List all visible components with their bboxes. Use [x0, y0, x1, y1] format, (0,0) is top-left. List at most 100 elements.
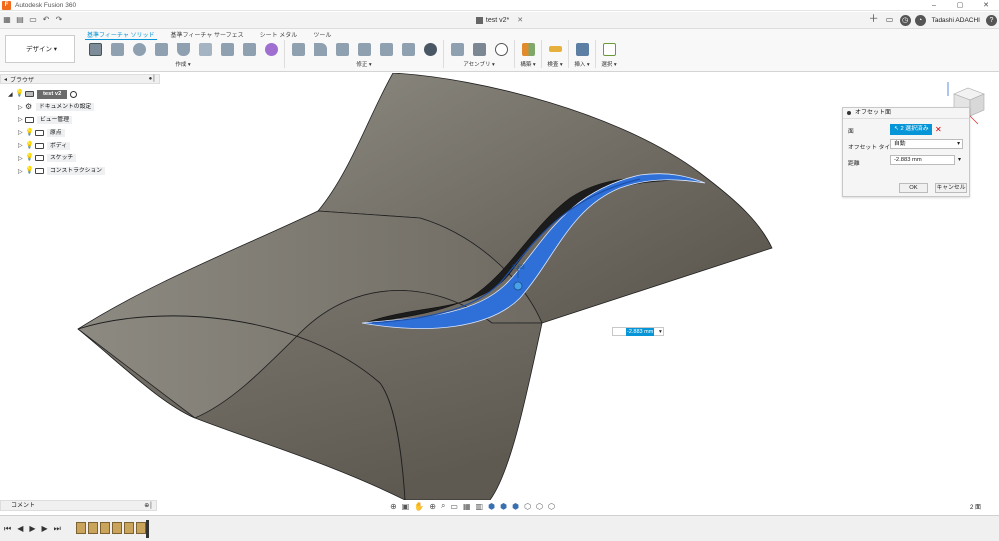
tab-sheet-metal[interactable]: シート メタル: [258, 30, 300, 40]
split-face-icon[interactable]: [397, 40, 419, 58]
visibility-bulb-icon[interactable]: 💡: [25, 142, 34, 150]
chevron-down-icon[interactable]: ▾: [659, 328, 662, 336]
fillet-icon[interactable]: [309, 40, 331, 58]
expand-arrow-icon[interactable]: ▷: [18, 104, 25, 111]
clock-icon[interactable]: ◔: [914, 14, 926, 26]
chamfer-icon[interactable]: [331, 40, 353, 58]
group-select-label[interactable]: 選択 ▾: [601, 60, 616, 68]
cube-view-6-icon[interactable]: ⬡: [548, 502, 555, 511]
cube-view-5-icon[interactable]: ⬡: [536, 502, 543, 511]
expand-arrow-icon[interactable]: ▷: [18, 116, 25, 123]
timeline-feature[interactable]: [112, 522, 122, 534]
tab-surface[interactable]: 基準フィーチャ サーフェス: [169, 30, 246, 40]
tab-solid[interactable]: 基準フィーチャ ソリッド: [85, 30, 157, 40]
browser-panel-header[interactable]: ◂ ブラウザ ●│: [0, 74, 160, 84]
expand-arrow-icon[interactable]: ▷: [18, 142, 25, 149]
root-component-label[interactable]: test v2: [37, 89, 68, 99]
timeline-feature[interactable]: [136, 522, 146, 534]
dialog-title[interactable]: オフセット面: [843, 108, 969, 119]
tree-item-sketches[interactable]: ▷ 💡 スケッチ: [18, 152, 105, 165]
as-built-joint-icon[interactable]: [490, 40, 512, 58]
go-to-end-icon[interactable]: ⏭: [54, 524, 61, 534]
pin-icon[interactable]: ●│: [149, 76, 156, 82]
new-tab-icon[interactable]: ＋: [868, 14, 880, 26]
mirror-icon[interactable]: [238, 40, 260, 58]
pan-icon[interactable]: ✋: [414, 502, 424, 511]
select-icon[interactable]: [598, 40, 620, 58]
joint-icon[interactable]: [468, 40, 490, 58]
collapse-arrow-icon[interactable]: ◢: [8, 91, 15, 98]
timeline-feature[interactable]: [124, 522, 134, 534]
tree-item-origin[interactable]: ▷ 💡 原点: [18, 126, 105, 139]
tree-item-bodies[interactable]: ▷ 💡 ボディ: [18, 139, 105, 152]
face-selection-button[interactable]: ↖ 2 選択済み: [890, 124, 932, 135]
press-pull-icon[interactable]: [287, 40, 309, 58]
expand-arrow-icon[interactable]: ▷: [18, 129, 25, 136]
clear-selection-icon[interactable]: ✕: [935, 124, 942, 135]
expand-arrow-icon[interactable]: ▷: [18, 155, 25, 162]
visibility-bulb-icon[interactable]: 💡: [25, 154, 34, 162]
dimension-input-value[interactable]: -2.883 mm: [626, 328, 655, 336]
form-icon[interactable]: [260, 40, 282, 58]
close-window-button[interactable]: ✕: [973, 0, 999, 11]
cube-view-3-icon[interactable]: ⬢: [512, 502, 519, 511]
help-icon[interactable]: ?: [986, 14, 997, 26]
distance-input[interactable]: -2.883 mm: [890, 155, 955, 165]
go-to-start-icon[interactable]: ⏮: [4, 524, 11, 534]
activate-radio-icon[interactable]: [70, 90, 78, 98]
expand-arrow-icon[interactable]: ▷: [18, 168, 25, 175]
cube-view-4-icon[interactable]: ⬡: [524, 502, 531, 511]
distance-dropdown-icon[interactable]: ▾: [958, 156, 961, 163]
cube-view-2-icon[interactable]: ⬢: [500, 502, 507, 511]
draft-icon[interactable]: [375, 40, 397, 58]
insert-image-icon[interactable]: [571, 40, 593, 58]
tree-root[interactable]: ◢ 💡 test v2: [8, 88, 105, 101]
offset-manipulator-handle[interactable]: [513, 281, 523, 291]
cube-view-1-icon[interactable]: ⬢: [488, 502, 495, 511]
grid-icon[interactable]: ▦: [463, 502, 471, 511]
hole-icon[interactable]: [194, 40, 216, 58]
tree-item-construction[interactable]: ▷ 💡 コンストラクション: [18, 165, 106, 178]
notifications-icon[interactable]: ◷: [899, 14, 911, 26]
revolve-icon[interactable]: [128, 40, 150, 58]
ok-button[interactable]: OK: [899, 183, 928, 193]
step-forward-icon[interactable]: ▶: [42, 524, 48, 534]
workspace-switcher[interactable]: デザイン ▾: [5, 35, 75, 63]
dimension-input[interactable]: -2.883 mm ▾: [612, 327, 664, 336]
group-insert-label[interactable]: 挿入 ▾: [574, 60, 589, 68]
visibility-bulb-icon[interactable]: 💡: [15, 90, 24, 98]
fit-icon[interactable]: ⌕: [441, 501, 445, 511]
group-modify-label[interactable]: 修正 ▾: [356, 60, 371, 68]
display-settings-icon[interactable]: ▭: [450, 502, 458, 511]
move-icon[interactable]: [419, 40, 441, 58]
cancel-button[interactable]: キャンセル: [935, 183, 967, 193]
new-component-icon[interactable]: [446, 40, 468, 58]
shell-icon[interactable]: [353, 40, 375, 58]
document-tab[interactable]: test v2* ✕: [0, 12, 999, 29]
timeline-marker[interactable]: [146, 520, 149, 538]
close-tab-icon[interactable]: ✕: [517, 17, 523, 24]
visibility-bulb-icon[interactable]: 💡: [25, 129, 34, 137]
pattern-icon[interactable]: [216, 40, 238, 58]
timeline-feature[interactable]: [76, 522, 86, 534]
visibility-bulb-icon[interactable]: 💡: [25, 167, 34, 175]
timeline-feature[interactable]: [88, 522, 98, 534]
loft-icon[interactable]: [172, 40, 194, 58]
user-name[interactable]: Tadashi ADACHI: [932, 17, 980, 24]
tab-tools[interactable]: ツール: [311, 30, 333, 40]
collapse-icon[interactable]: ◂: [4, 76, 7, 83]
sketch-icon[interactable]: [84, 40, 106, 58]
timeline-feature[interactable]: [100, 522, 110, 534]
minimize-button[interactable]: –: [921, 0, 947, 11]
viewports-icon[interactable]: ▥: [476, 502, 484, 511]
step-back-icon[interactable]: ◀: [17, 524, 23, 534]
offset-type-select[interactable]: 自動 ▾: [890, 139, 963, 149]
measure-icon[interactable]: [544, 40, 566, 58]
group-create-label[interactable]: 作成 ▾: [175, 60, 190, 68]
group-inspect-label[interactable]: 検査 ▾: [547, 60, 562, 68]
orbit-icon[interactable]: ⊕: [390, 502, 397, 511]
comments-panel[interactable]: コメント ⊕│: [0, 500, 157, 511]
offset-plane-icon[interactable]: [517, 40, 539, 58]
job-status-icon[interactable]: ▭: [884, 14, 896, 26]
sweep-icon[interactable]: [150, 40, 172, 58]
